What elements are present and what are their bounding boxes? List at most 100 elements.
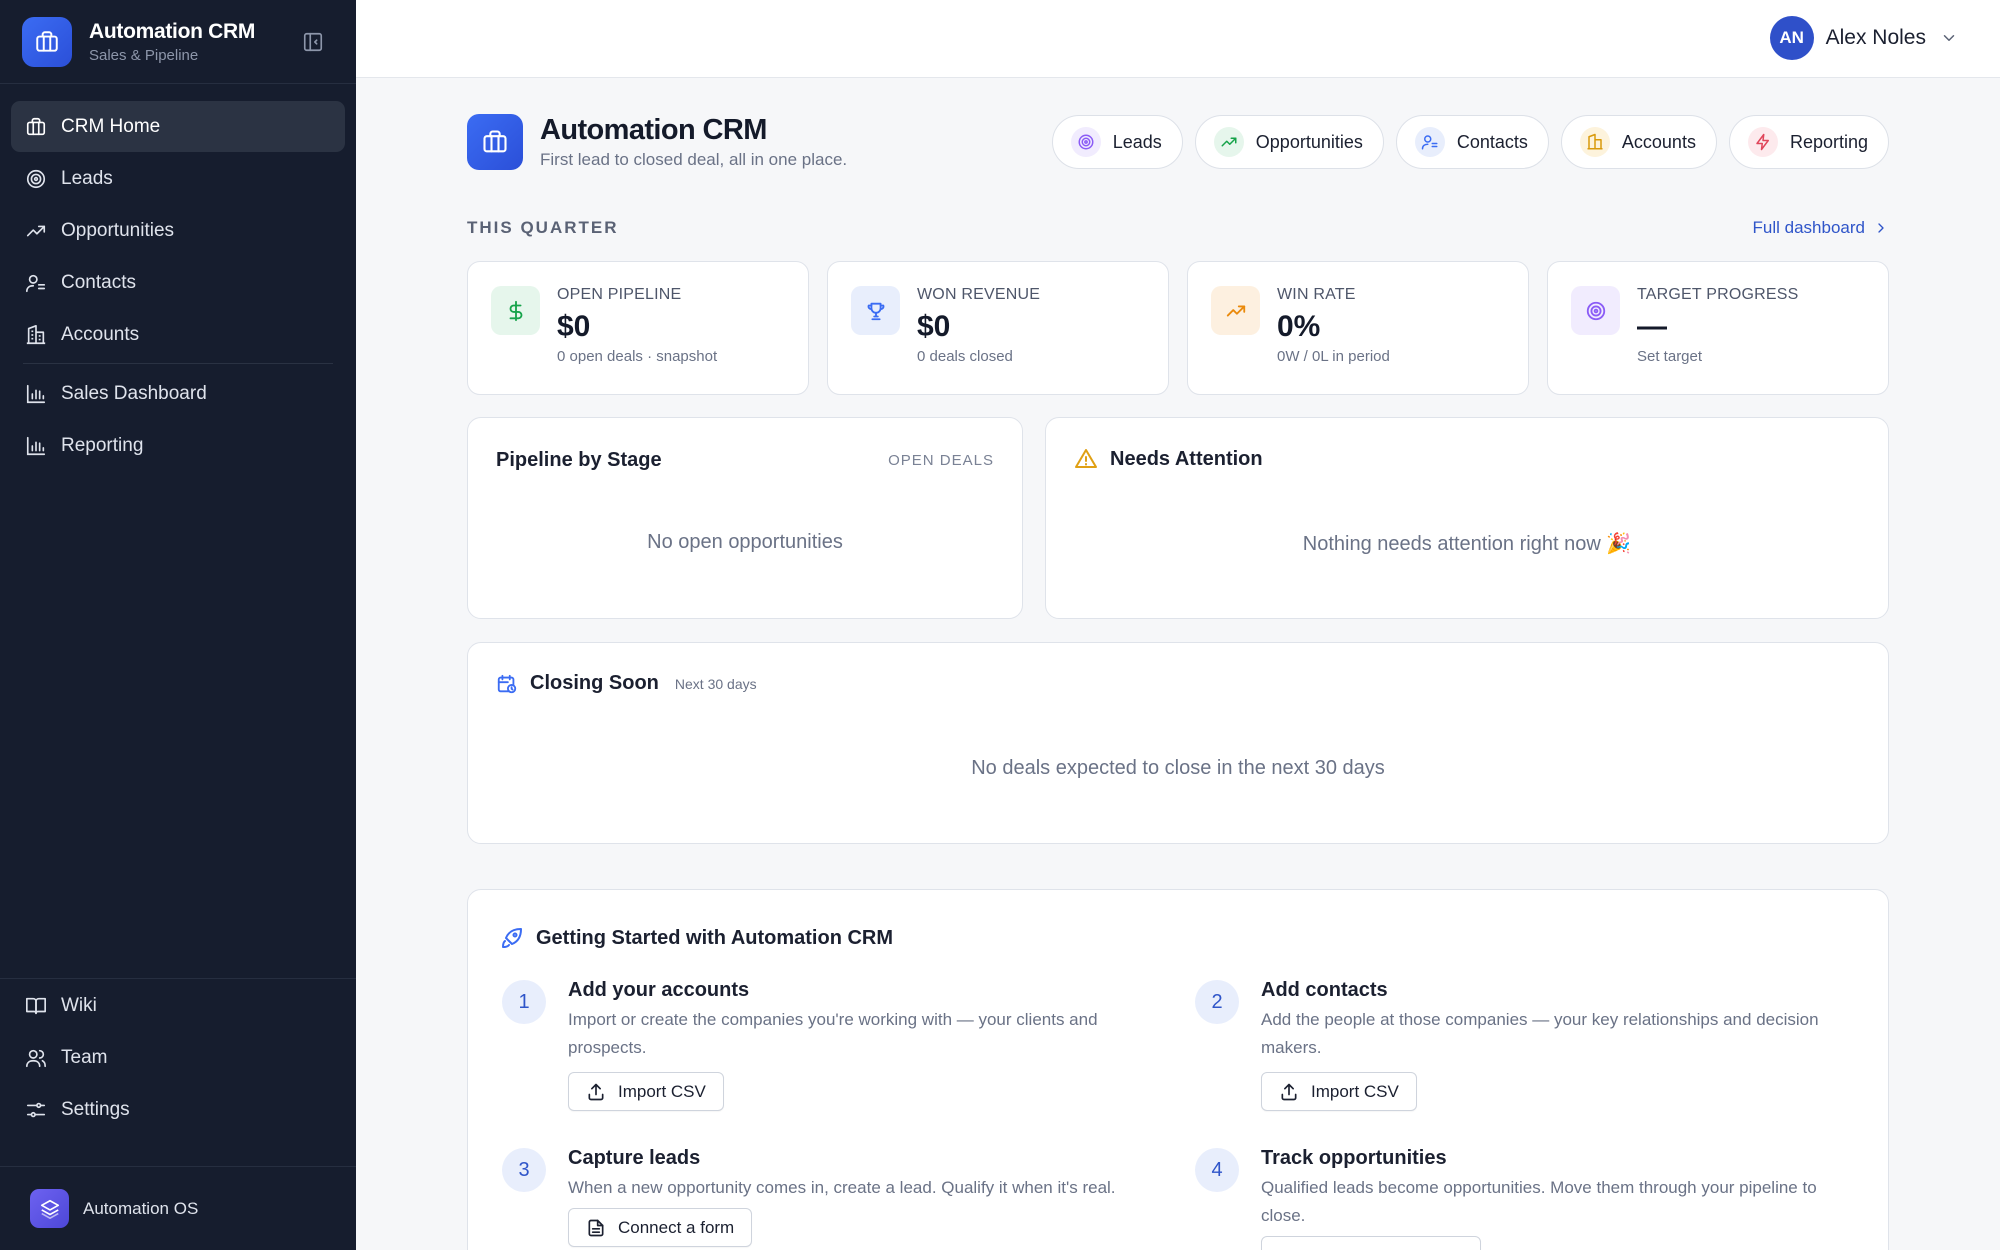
card-title: Needs Attention [1110, 447, 1263, 470]
quick-link-leads[interactable]: Leads [1051, 115, 1183, 169]
step-description: Add the people at those companies — your… [1261, 1010, 1819, 1057]
step-number: 2 [1195, 980, 1239, 1024]
quick-link-contacts[interactable]: Contacts [1395, 115, 1549, 169]
sidebar-item-wiki[interactable]: Wiki [11, 980, 345, 1031]
connect-form-button[interactable]: Connect a form [568, 1208, 753, 1247]
open-deals-tag: OPEN DEALS [888, 452, 994, 469]
step-description: Import or create the companies you're wo… [568, 1010, 1098, 1057]
trophy-icon [851, 286, 900, 335]
pipeline-by-stage-card: Pipeline by Stage OPEN DEALS No open opp… [467, 417, 1023, 619]
sidebar-divider [0, 1166, 356, 1167]
sidebar-item-sales-dashboard[interactable]: Sales Dashboard [11, 368, 345, 419]
import-contacts-csv-button[interactable]: Import CSV [1261, 1072, 1417, 1111]
stat-card-target-progress: TARGET PROGRESS — Set target [1547, 261, 1889, 395]
empty-state: No open opportunities [647, 531, 843, 553]
sidebar-item-team[interactable]: Team [11, 1032, 345, 1083]
target-icon [25, 168, 47, 190]
button-label: Import CSV [618, 1081, 706, 1101]
sidebar: Automation CRM Sales & Pipeline CRM Home… [0, 0, 356, 1250]
warning-icon [1075, 449, 1097, 468]
step-number: 1 [502, 980, 546, 1024]
stat-subtext: 0W / 0L in period [1277, 348, 1390, 365]
target-icon [1070, 127, 1101, 157]
stat-label: WON REVENUE [917, 286, 1041, 303]
sidebar-item-label: Wiki [61, 994, 97, 1016]
sidebar-item-reporting[interactable]: Reporting [11, 420, 345, 471]
quick-link-opportunities[interactable]: Opportunities [1194, 115, 1384, 169]
sidebar-item-accounts[interactable]: Accounts [11, 309, 345, 360]
sidebar-item-contacts[interactable]: Contacts [11, 257, 345, 308]
quarter-section-header: THIS QUARTER Full dashboard [467, 218, 1889, 238]
user-contacts-icon [25, 272, 47, 294]
quick-link-label: Opportunities [1255, 131, 1363, 152]
briefcase-icon [22, 16, 72, 67]
quick-link-reporting[interactable]: Reporting [1728, 115, 1889, 169]
stat-value: $0 [557, 310, 591, 343]
step-title: Add your accounts [568, 979, 750, 1001]
quick-link-accounts[interactable]: Accounts [1560, 115, 1717, 169]
step-action-button[interactable] [1261, 1236, 1481, 1250]
stat-value: 0% [1277, 310, 1321, 343]
trending-up-icon [1211, 286, 1260, 335]
stat-label: WIN RATE [1277, 286, 1356, 303]
bar-chart-icon [25, 435, 47, 457]
sidebar-item-leads[interactable]: Leads [11, 153, 345, 204]
page-title: Automation CRM [540, 114, 767, 146]
empty-state: No deals expected to close in the next 3… [971, 757, 1385, 779]
step-description: When a new opportunity comes in, create … [568, 1178, 1116, 1197]
step-title: Capture leads [568, 1147, 701, 1169]
import-accounts-csv-button[interactable]: Import CSV [568, 1072, 724, 1111]
trending-up-icon [25, 220, 47, 242]
automation-os-switcher[interactable]: Automation OS [30, 1189, 198, 1228]
target-icon [1571, 286, 1620, 335]
sidebar-item-label: Team [61, 1046, 108, 1068]
sidebar-item-opportunities[interactable]: Opportunities [11, 205, 345, 256]
set-target-link[interactable]: Set target [1637, 348, 1799, 365]
step-title: Track opportunities [1261, 1147, 1447, 1169]
card-title: Closing Soon [530, 672, 659, 694]
sidebar-item-settings[interactable]: Settings [11, 1084, 345, 1135]
bolt-icon [1747, 127, 1778, 157]
stat-value: — [1637, 310, 1667, 343]
bar-chart-icon [25, 383, 47, 405]
step-number: 3 [502, 1148, 546, 1192]
sidebar-item-label: Leads [61, 167, 113, 189]
full-dashboard-label: Full dashboard [1752, 218, 1865, 237]
trending-up-icon [1213, 127, 1244, 157]
sidebar-item-label: CRM Home [61, 115, 161, 137]
stat-label: TARGET PROGRESS [1637, 286, 1799, 303]
quick-link-label: Reporting [1789, 131, 1868, 152]
document-icon [588, 1219, 604, 1236]
user-contacts-icon [1414, 127, 1445, 157]
sidebar-item-crm-home[interactable]: CRM Home [11, 101, 345, 152]
stat-card-win-rate: WIN RATE 0% 0W / 0L in period [1187, 261, 1529, 395]
briefcase-icon [467, 114, 523, 170]
upload-icon [588, 1083, 604, 1100]
full-dashboard-link[interactable]: Full dashboard [1753, 218, 1889, 238]
sidebar-divider [0, 978, 356, 979]
upload-icon [1281, 1083, 1297, 1100]
sidebar-item-label: Sales Dashboard [61, 382, 207, 404]
stat-card-won-revenue: WON REVENUE $0 0 deals closed [827, 261, 1169, 395]
building-icon [1579, 127, 1610, 157]
dollar-icon [491, 286, 540, 335]
nav-divider [23, 363, 333, 364]
quick-link-label: Contacts [1456, 131, 1528, 152]
card-title: Getting Started with Automation CRM [536, 926, 894, 949]
sidebar-item-label: Accounts [61, 323, 140, 345]
sidebar-collapse-button[interactable] [300, 30, 326, 54]
brand-title: Automation CRM [89, 19, 256, 43]
stat-label: OPEN PIPELINE [557, 286, 682, 303]
sidebar-nav: CRM Home Leads Opportunities Contacts Ac… [0, 84, 356, 471]
user-menu[interactable]: AN Alex Noles [1769, 16, 1958, 60]
stat-value: $0 [917, 310, 951, 343]
brand-subtitle: Sales & Pipeline [89, 46, 199, 64]
panel-left-icon [303, 32, 323, 52]
user-name: Alex Noles [1825, 26, 1926, 49]
step-title: Add contacts [1261, 979, 1388, 1001]
stat-subtext: 0 open deals · snapshot [557, 348, 718, 365]
card-title: Pipeline by Stage [496, 449, 662, 471]
empty-state: Nothing needs attention right now 🎉 [1302, 533, 1632, 555]
quick-links: Leads Opportunities Contacts Accounts Re… [1051, 115, 1889, 169]
building-icon [25, 324, 47, 346]
